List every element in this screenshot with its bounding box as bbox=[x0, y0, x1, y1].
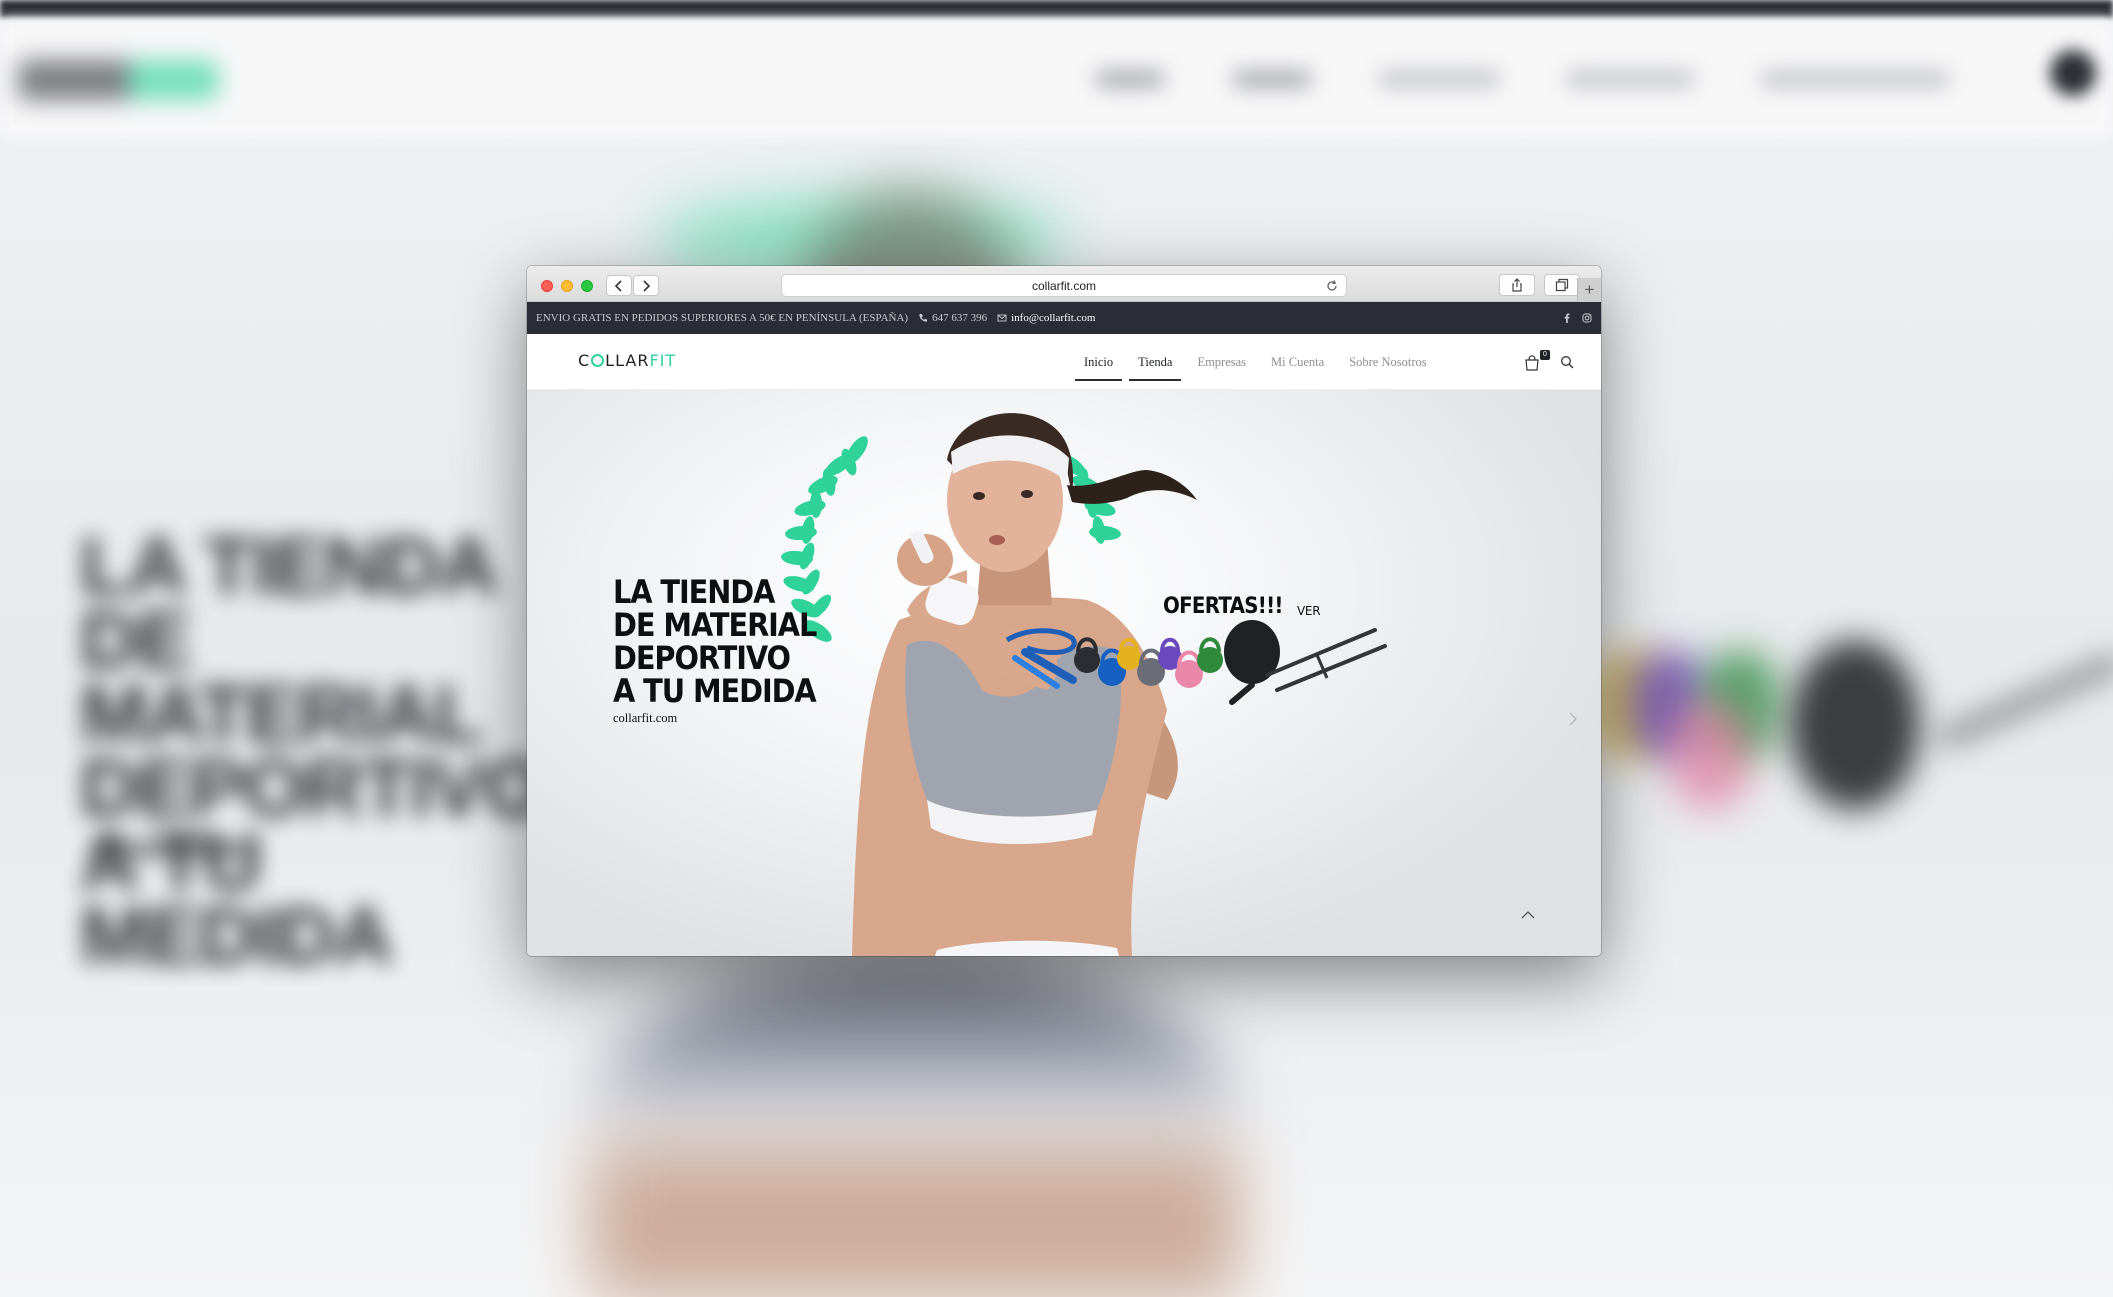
nav-item-inicio[interactable]: Inicio bbox=[1075, 334, 1123, 390]
nav-item-mi-cuenta[interactable]: Mi Cuenta bbox=[1262, 334, 1333, 390]
chevron-right-icon bbox=[643, 279, 651, 292]
hero-site-url: collarfit.com bbox=[613, 711, 678, 725]
site-topbar: ENVIO GRATIS EN PEDIDOS SUPERIORES A 50€… bbox=[527, 302, 1601, 334]
back-button[interactable] bbox=[606, 275, 632, 296]
share-icon bbox=[1512, 278, 1522, 292]
chevron-left-icon bbox=[614, 279, 622, 292]
logo-ring-icon bbox=[591, 354, 605, 367]
email-contact[interactable]: info@collarfit.com bbox=[997, 312, 1095, 324]
phone-number: 647 637 396 bbox=[932, 312, 988, 324]
background-headline: LA TIENDA DE MATERIAL DEPORTIVO A TU MED… bbox=[80, 521, 547, 982]
email-address: info@collarfit.com bbox=[1011, 312, 1096, 324]
address-bar-url: collarfit.com bbox=[1031, 278, 1096, 293]
offers-label: OFERTAS!!! bbox=[1163, 594, 1283, 619]
background-nav-item bbox=[1760, 70, 1950, 88]
background-url bbox=[90, 840, 250, 860]
nav-item-tienda[interactable]: Tienda bbox=[1129, 334, 1182, 390]
background-torso bbox=[590, 960, 1240, 1297]
phone-icon bbox=[919, 314, 928, 322]
close-window-button[interactable] bbox=[541, 280, 553, 292]
nav-item-empresas[interactable]: Empresas bbox=[1188, 334, 1255, 390]
offers-link[interactable]: VER bbox=[1297, 604, 1321, 618]
facebook-icon[interactable] bbox=[1562, 313, 1572, 323]
address-bar[interactable]: collarfit.com bbox=[781, 274, 1347, 297]
background-bar bbox=[1934, 650, 2113, 752]
tabs-overview-button[interactable] bbox=[1544, 274, 1580, 296]
background-nav-item bbox=[1565, 70, 1695, 88]
new-tab-button[interactable]: + bbox=[1577, 278, 1601, 302]
browser-window: collarfit.com + ENVIO GRATIS EN PEDIDOS … bbox=[527, 266, 1601, 956]
background-avatar bbox=[2050, 50, 2096, 96]
plus-icon: + bbox=[1584, 280, 1595, 299]
share-button[interactable] bbox=[1499, 274, 1535, 296]
chevron-up-icon[interactable] bbox=[1519, 908, 1537, 922]
background-kettlebell bbox=[1670, 700, 1750, 810]
hero-slider: LA TIENDA DE MATERIAL DEPORTIVO A TU MED… bbox=[527, 390, 1601, 956]
tabs-icon bbox=[1555, 278, 1569, 292]
social-links bbox=[1562, 313, 1592, 323]
envelope-icon bbox=[997, 314, 1007, 322]
background-nav-item bbox=[1232, 70, 1312, 88]
cart-count-badge: 0 bbox=[1540, 350, 1550, 360]
shopping-bag-icon[interactable] bbox=[1523, 354, 1541, 372]
background-nav-item bbox=[1095, 70, 1165, 88]
instagram-icon[interactable] bbox=[1582, 313, 1592, 323]
forward-button[interactable] bbox=[633, 275, 659, 296]
browser-toolbar: collarfit.com + bbox=[527, 266, 1601, 302]
collarfit-logo[interactable]: C LLAR FIT bbox=[578, 351, 676, 370]
nav-item-sobre-nosotros[interactable]: Sobre Nosotros bbox=[1340, 334, 1435, 390]
zoom-window-button[interactable] bbox=[581, 280, 593, 292]
shipping-note: ENVIO GRATIS EN PEDIDOS SUPERIORES A 50€… bbox=[536, 312, 909, 324]
search-icon[interactable] bbox=[1560, 355, 1574, 369]
background-nav-item bbox=[1378, 70, 1500, 88]
background-battle-rope bbox=[1790, 640, 1920, 810]
minimize-window-button[interactable] bbox=[561, 280, 573, 292]
background-topbar bbox=[0, 0, 2113, 18]
reload-icon[interactable] bbox=[1325, 279, 1339, 293]
chevron-right-icon[interactable] bbox=[1566, 712, 1580, 726]
background-logo bbox=[18, 60, 218, 100]
hero-headline: LA TIENDA DE MATERIAL DEPORTIVO A TU MED… bbox=[613, 573, 817, 710]
main-navigation: Inicio Tienda Empresas Mi Cuenta Sobre N… bbox=[1075, 334, 1443, 390]
phone-contact[interactable]: 647 637 396 bbox=[918, 312, 987, 324]
site-header: C LLAR FIT Inicio Tienda Empresas Mi Cue… bbox=[527, 334, 1601, 390]
